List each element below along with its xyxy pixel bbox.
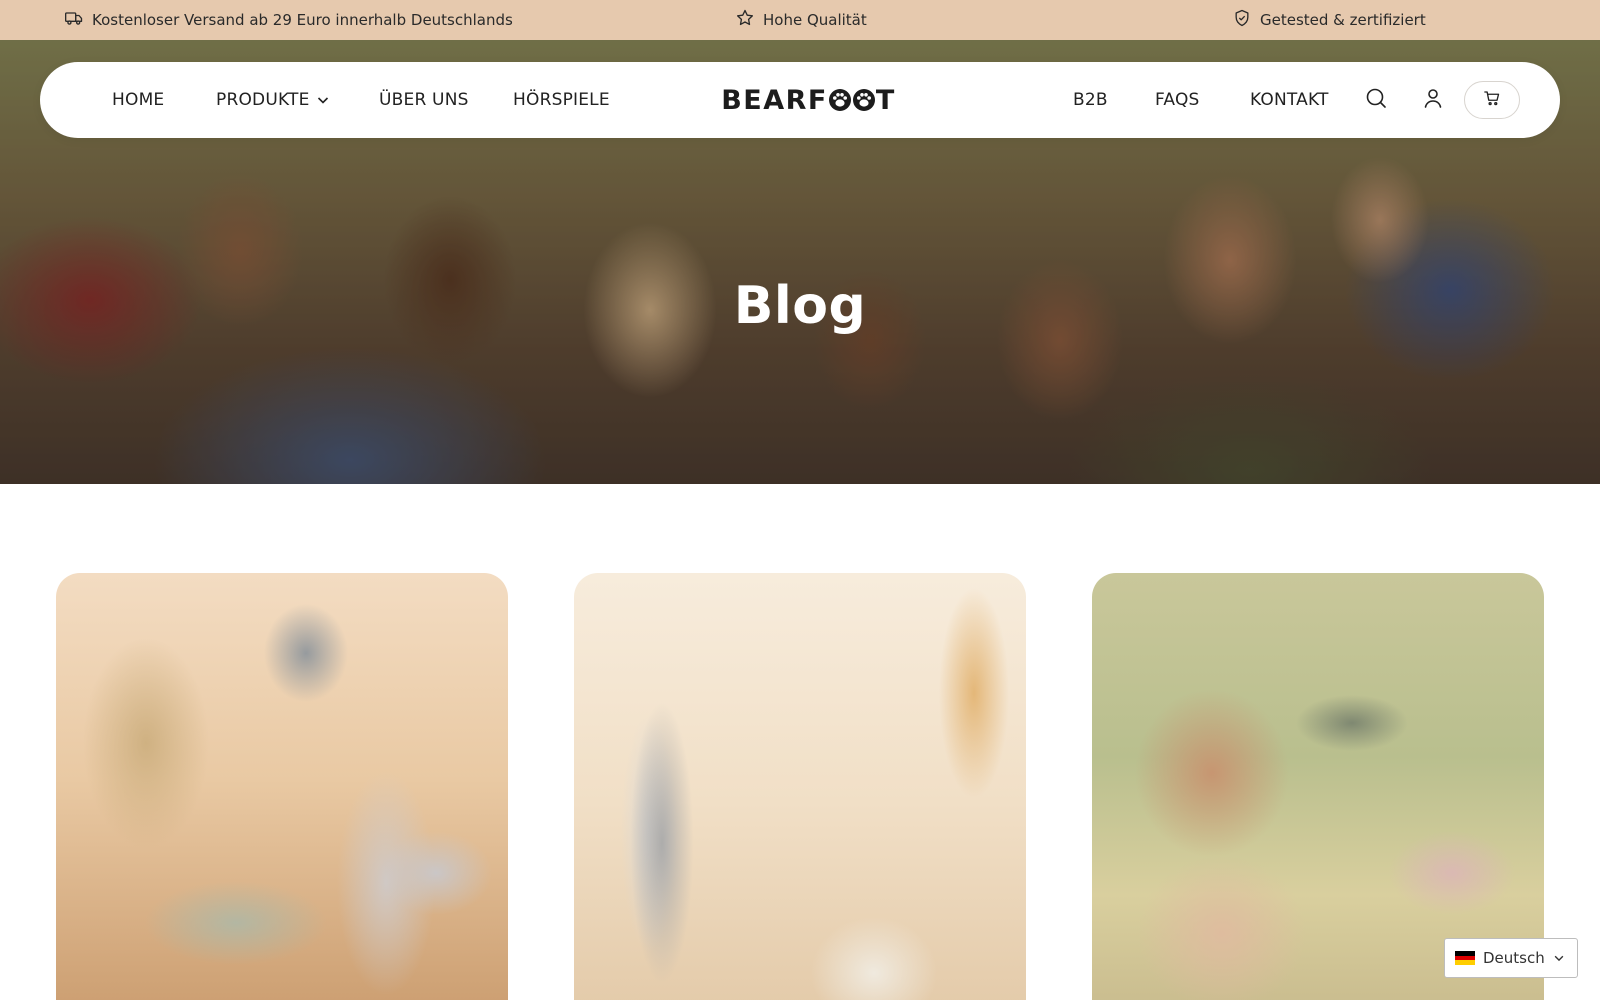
- nav-label: FAQS: [1155, 90, 1200, 110]
- language-selector[interactable]: Deutsch: [1444, 938, 1578, 978]
- logo-text-start: BEARF: [721, 84, 828, 116]
- nav-b2b[interactable]: B2B: [1073, 62, 1108, 138]
- shield-check-icon: [1232, 8, 1252, 32]
- account-button[interactable]: [1413, 80, 1453, 120]
- announcement-text: Getested & zertifiziert: [1260, 11, 1426, 29]
- chevron-down-icon: [1553, 952, 1565, 964]
- germany-flag-icon: [1455, 951, 1475, 966]
- cart-button[interactable]: [1464, 81, 1520, 119]
- nav-produkte[interactable]: PRODUKTE: [216, 62, 330, 138]
- blog-card-lunchbox-image[interactable]: [56, 573, 508, 1000]
- logo[interactable]: BEARF T: [716, 62, 901, 138]
- logo-text-end: T: [875, 84, 896, 116]
- chevron-down-icon: [316, 93, 330, 107]
- nav-ueber-uns[interactable]: ÜBER UNS: [379, 62, 469, 138]
- blog-card-child-bottle-image[interactable]: [1092, 573, 1544, 1000]
- announcement-bar: Kostenloser Versand ab 29 Euro innerhalb…: [0, 0, 1600, 40]
- nav-label: ÜBER UNS: [379, 90, 469, 110]
- search-button[interactable]: [1356, 80, 1396, 120]
- nav-home[interactable]: HOME: [112, 62, 164, 138]
- site-header: HOME PRODUKTE ÜBER UNS HÖRSPIELE BEARF T…: [40, 62, 1560, 138]
- announcement-shipping: Kostenloser Versand ab 29 Euro innerhalb…: [64, 0, 513, 40]
- nav-faqs[interactable]: FAQS: [1155, 62, 1200, 138]
- announcement-text: Kostenloser Versand ab 29 Euro innerhalb…: [92, 11, 513, 29]
- search-icon: [1364, 86, 1388, 114]
- announcement-text: Hohe Qualität: [763, 11, 867, 29]
- announcement-quality: Hohe Qualität: [735, 0, 867, 40]
- cart-icon: [1483, 89, 1501, 111]
- paw-icon: [852, 88, 876, 112]
- hero-title: Blog: [733, 276, 867, 336]
- star-icon: [735, 8, 755, 32]
- nav-label: HÖRSPIELE: [513, 90, 610, 110]
- nav-label: PRODUKTE: [216, 90, 310, 110]
- nav-label: B2B: [1073, 90, 1108, 110]
- truck-icon: [64, 8, 84, 32]
- blog-card-thermos-image[interactable]: [574, 573, 1026, 1000]
- nav-kontakt[interactable]: KONTAKT: [1250, 62, 1329, 138]
- language-label: Deutsch: [1483, 949, 1545, 967]
- announcement-certified: Getested & zertifiziert: [1232, 0, 1426, 40]
- nav-hoerspiele[interactable]: HÖRSPIELE: [513, 62, 610, 138]
- paw-icon: [828, 88, 852, 112]
- nav-label: KONTAKT: [1250, 90, 1329, 110]
- nav-label: HOME: [112, 90, 165, 110]
- account-icon: [1421, 86, 1445, 114]
